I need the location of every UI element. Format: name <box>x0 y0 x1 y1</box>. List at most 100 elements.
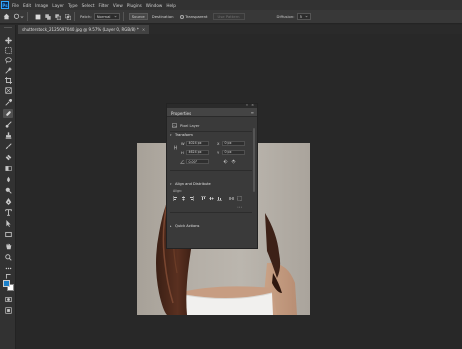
hand-icon[interactable] <box>3 242 13 251</box>
width-field[interactable]: 4024 px <box>186 140 209 146</box>
align-vertical-center-icon[interactable] <box>209 196 214 201</box>
x-field[interactable]: 0 px <box>222 140 245 146</box>
width-label: W <box>181 141 185 146</box>
eyedropper-icon[interactable] <box>3 98 13 107</box>
menu-file[interactable]: File <box>12 3 19 8</box>
align-right-icon[interactable] <box>189 196 194 201</box>
transparent-label: Transparent <box>185 14 208 19</box>
diffusion-value: 5 <box>299 14 302 19</box>
gradient-icon[interactable] <box>3 164 13 173</box>
spot-healing-icon[interactable] <box>3 109 13 118</box>
close-icon[interactable]: × <box>251 103 254 107</box>
screen-mode-icon[interactable] <box>3 306 13 315</box>
collapse-icon[interactable]: « <box>246 103 248 107</box>
intersect-selection-icon[interactable] <box>64 13 71 20</box>
patch-mode-select[interactable]: Normal <box>93 13 120 20</box>
object-select-icon[interactable] <box>3 66 13 75</box>
menu-edit[interactable]: Edit <box>23 3 31 8</box>
chevron-down-icon <box>114 15 117 18</box>
marquee-icon[interactable] <box>3 46 13 55</box>
link-icon[interactable] <box>173 145 178 150</box>
properties-panel: « × Properties ≡ Pixel Layer ▾ Transform… <box>166 103 258 249</box>
panel-menu-icon[interactable]: ≡ <box>251 110 254 115</box>
foreground-color-icon[interactable] <box>3 280 10 287</box>
eraser-icon[interactable] <box>3 153 13 162</box>
photoshop-logo[interactable]: Ps <box>1 1 9 9</box>
flip-horizontal-icon[interactable] <box>223 159 228 164</box>
height-field[interactable]: 4624 px <box>186 149 209 155</box>
swap-colors-icon[interactable] <box>3 273 13 279</box>
document-tab[interactable]: shutterstock_2125097040.jpg @ 9.57% (Lay… <box>18 25 150 34</box>
transparent-checkbox[interactable]: Transparent <box>179 14 208 19</box>
dodge-icon[interactable] <box>3 186 13 195</box>
path-select-icon[interactable] <box>3 219 13 228</box>
panel-scrollbar[interactable] <box>253 128 255 192</box>
options-bar: Patch: Normal Source Destination Transpa… <box>0 10 462 24</box>
chevron-down-icon[interactable]: ▾ <box>170 182 172 186</box>
menu-select[interactable]: Select <box>82 3 95 8</box>
new-selection-icon[interactable] <box>34 13 41 20</box>
chevron-down-icon[interactable] <box>20 13 24 20</box>
rectangle-icon[interactable] <box>3 230 13 239</box>
distribute-icon[interactable] <box>229 196 234 201</box>
menu-image[interactable]: Image <box>35 3 48 8</box>
divider <box>74 12 75 21</box>
use-pattern-button[interactable]: Use Pattern <box>212 13 245 20</box>
divider <box>170 131 252 132</box>
align-bottom-icon[interactable] <box>217 196 222 201</box>
frame-icon[interactable] <box>3 86 13 95</box>
menu-window[interactable]: Window <box>146 3 163 8</box>
more-options-icon[interactable]: ••• <box>237 205 242 209</box>
flip-vertical-icon[interactable] <box>231 159 236 164</box>
color-swatches[interactable] <box>3 280 15 292</box>
divider <box>170 212 252 213</box>
use-pattern-label: Use Pattern <box>217 14 240 19</box>
angle-field[interactable]: 0.00° <box>186 159 209 164</box>
quick-actions-heading[interactable]: Quick Actions <box>175 224 199 228</box>
menu-type[interactable]: Type <box>68 3 78 8</box>
x-label: X <box>217 141 220 146</box>
pen-icon[interactable] <box>3 197 13 206</box>
toolbar-grip[interactable] <box>4 27 12 28</box>
history-brush-icon[interactable] <box>3 142 13 151</box>
align-heading[interactable]: Align and Distribute <box>175 182 211 186</box>
chevron-down-icon[interactable]: ▾ <box>170 133 172 137</box>
more-tools-icon[interactable] <box>3 264 13 273</box>
height-label: H <box>181 150 184 155</box>
home-icon[interactable] <box>3 13 10 20</box>
clone-stamp-icon[interactable] <box>3 131 13 140</box>
patch-tool-preset-icon[interactable] <box>13 13 20 20</box>
align-left-icon[interactable] <box>173 196 178 201</box>
source-button[interactable]: Source <box>128 13 148 20</box>
chevron-right-icon[interactable]: ▸ <box>170 224 172 228</box>
tools-panel <box>0 25 16 349</box>
quick-mask-icon[interactable] <box>3 295 13 304</box>
destination-button[interactable]: Destination <box>149 13 176 20</box>
menu-help[interactable]: Help <box>166 3 176 8</box>
blur-icon[interactable] <box>3 175 13 184</box>
crop-icon[interactable] <box>3 76 13 85</box>
align-horizontal-center-icon[interactable] <box>181 196 186 201</box>
zoom-icon[interactable] <box>3 253 13 262</box>
menu-view[interactable]: View <box>113 3 123 8</box>
brush-icon[interactable] <box>3 120 13 129</box>
align-top-icon[interactable] <box>201 196 206 201</box>
source-label: Source <box>131 14 145 19</box>
add-to-selection-icon[interactable] <box>44 13 51 20</box>
move-icon[interactable] <box>3 36 13 45</box>
diffusion-select[interactable]: 5 <box>296 13 311 20</box>
angle-icon <box>180 159 185 164</box>
close-icon[interactable]: × <box>142 27 145 32</box>
menu-filter[interactable]: Filter <box>98 3 108 8</box>
pixel-layer-icon <box>172 123 177 128</box>
subtract-from-selection-icon[interactable] <box>54 13 61 20</box>
type-icon[interactable] <box>3 208 13 217</box>
y-field[interactable]: 0 px <box>222 149 245 155</box>
lasso-icon[interactable] <box>3 56 13 65</box>
align-to-selection-icon[interactable] <box>237 196 242 201</box>
menu-plugins[interactable]: Plugins <box>127 3 142 8</box>
align-sublabel: Align: <box>173 189 183 193</box>
divider <box>27 12 28 21</box>
menu-layer[interactable]: Layer <box>52 3 64 8</box>
transform-heading[interactable]: Transform <box>175 133 193 137</box>
